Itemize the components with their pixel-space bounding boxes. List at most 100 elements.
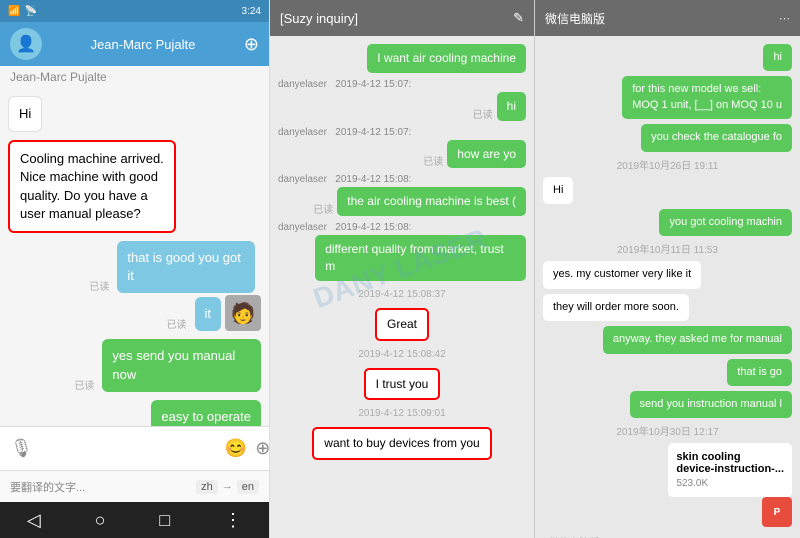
left-header-title: Jean-Marc Pujalte bbox=[91, 37, 196, 52]
home-icon[interactable]: ○ bbox=[95, 510, 106, 531]
mid-sender: danyelaser 2019-4-12 15:07: bbox=[278, 127, 526, 138]
mid-bubble-trust: I trust you bbox=[364, 368, 441, 401]
msg-row: easy to operate bbox=[8, 400, 261, 426]
read-label: 已读 bbox=[167, 316, 187, 331]
wechat-label: 微信电脑版 bbox=[543, 532, 605, 538]
right-header: 微信电脑版 ⋯ bbox=[535, 0, 800, 36]
message-bubble: that is good you got it bbox=[117, 241, 254, 293]
right-bubble: you check the catalogue fo bbox=[641, 124, 792, 151]
right-row: send you instruction manual l bbox=[543, 391, 792, 418]
right-header-title: 微信电脑版 bbox=[545, 10, 605, 27]
right-timestamp: 2019年10月11日 11:53 bbox=[617, 241, 718, 256]
right-bubble-white: yes. my customer very like it bbox=[543, 261, 701, 288]
msg-row: 已读 yes send you manual now bbox=[8, 339, 261, 391]
chat-messages: Hi Cooling machine arrived.Nice machine … bbox=[0, 88, 269, 426]
mid-sender: danyelaser 2019-4-12 15:08: bbox=[278, 174, 526, 185]
read-label: 已读 bbox=[74, 377, 94, 392]
right-timestamp: 2019年10月26日 19:11 bbox=[617, 157, 719, 172]
status-bar: 📶 📡 3:24 bbox=[0, 0, 269, 22]
read-label: 已读 bbox=[89, 278, 109, 293]
right-bubble: hi bbox=[763, 44, 792, 71]
left-chat-panel: 📶 📡 3:24 👤 Jean-Marc Pujalte ⊕ Jean-Marc… bbox=[0, 0, 270, 538]
status-left: 📶 📡 bbox=[8, 6, 37, 17]
signal-icon: 📶 bbox=[8, 6, 20, 17]
middle-chat-panel: [Suzy inquiry] ✎ I want air cooling mach… bbox=[270, 0, 535, 538]
right-bubble-white: Hi bbox=[543, 177, 573, 204]
mid-bubble-great: Great bbox=[375, 308, 429, 341]
right-bubble: send you instruction manual l bbox=[630, 391, 792, 418]
mid-read-label: 已读 bbox=[473, 106, 493, 121]
lang-arrow: → bbox=[222, 480, 233, 494]
message-bubble-it: it bbox=[195, 297, 222, 331]
msg-row: 已读 that is good you got it 已读 it 🧑 bbox=[8, 241, 261, 331]
mid-bubble: different quality from market, trust m bbox=[315, 235, 526, 281]
middle-header-title: [Suzy inquiry] bbox=[280, 11, 358, 26]
contact-name: Jean-Marc Pujalte bbox=[0, 66, 269, 88]
middle-messages: I want air cooling machine danyelaser 20… bbox=[270, 36, 534, 538]
translate-bar: 要翻译的文字... zh → en bbox=[0, 470, 269, 502]
translate-placeholder: 要翻译的文字... bbox=[10, 479, 85, 495]
file-card: skin coolingdevice-instruction-... 523.0… bbox=[668, 443, 792, 497]
right-row: they will order more soon. bbox=[543, 294, 792, 321]
mid-msg-row: I trust you bbox=[278, 368, 526, 401]
nav-bar: ◁ ○ □ ⋮ bbox=[0, 502, 269, 538]
msg-row: Hi bbox=[8, 96, 261, 132]
mid-msg-row: Great bbox=[278, 308, 526, 341]
right-row: that is go bbox=[543, 359, 792, 386]
right-bubble: that is go bbox=[727, 359, 792, 386]
right-bubble-white: they will order more soon. bbox=[543, 294, 689, 321]
avatar-img: 🧑 bbox=[231, 301, 256, 326]
right-bubble: you got cooling machin bbox=[659, 209, 792, 236]
chat-input-area[interactable]: 🎙 😊 ⊕ bbox=[0, 426, 269, 470]
message-bubble: Hi bbox=[8, 96, 42, 132]
message-bubble-manual: yes send you manual now bbox=[102, 339, 261, 391]
right-row: for this new model we sell:MOQ 1 unit, [… bbox=[543, 76, 792, 119]
header-icon[interactable]: ⊕ bbox=[244, 34, 259, 55]
timestamp: 2019-4-12 15:08:42 bbox=[358, 349, 445, 360]
mid-msg-row: danyelaser 2019-4-12 15:08: 已读 the air c… bbox=[278, 174, 526, 216]
right-row: hi bbox=[543, 44, 792, 71]
right-row: you got cooling machin bbox=[543, 209, 792, 236]
right-messages: hi for this new model we sell:MOQ 1 unit… bbox=[535, 36, 800, 538]
mid-read-label: 已读 bbox=[423, 153, 443, 168]
lang-target[interactable]: en bbox=[237, 480, 259, 494]
edit-icon[interactable]: ✎ bbox=[513, 10, 524, 26]
middle-header: [Suzy inquiry] ✎ bbox=[270, 0, 534, 36]
mid-bubble-buy: want to buy devices from you bbox=[312, 427, 491, 460]
timestamp: 2019-4-12 15:09:01 bbox=[358, 408, 445, 419]
file-title: skin coolingdevice-instruction-... bbox=[676, 451, 784, 475]
emoji-icon[interactable]: 😊 bbox=[225, 438, 247, 459]
avatar: 👤 bbox=[10, 28, 42, 60]
mid-msg-row: danyelaser 2019-4-12 15:08: different qu… bbox=[278, 222, 526, 281]
right-row: yes. my customer very like it bbox=[543, 261, 792, 288]
pdf-icon: P bbox=[774, 507, 781, 518]
lang-source[interactable]: zh bbox=[196, 480, 218, 494]
mid-msg-row: I want air cooling machine bbox=[278, 44, 526, 73]
wifi-icon: 📡 bbox=[24, 6, 36, 17]
right-bubble: for this new model we sell:MOQ 1 unit, [… bbox=[622, 76, 792, 119]
right-row: 微信电脑版 bbox=[543, 532, 792, 538]
mid-sender: danyelaser 2019-4-12 15:08: bbox=[278, 222, 526, 233]
menu-icon[interactable]: ⋮ bbox=[224, 510, 242, 531]
right-row: anyway. they asked me for manual bbox=[543, 326, 792, 353]
right-timestamp: 2019年10月30日 12:17 bbox=[616, 423, 718, 438]
mid-msg-row: want to buy devices from you bbox=[278, 427, 526, 460]
left-header: 👤 Jean-Marc Pujalte ⊕ bbox=[0, 22, 269, 66]
status-time: 3:24 bbox=[242, 6, 261, 17]
file-size: 523.0K bbox=[676, 478, 784, 489]
right-row: you check the catalogue fo bbox=[543, 124, 792, 151]
mid-msg-row: danyelaser 2019-4-12 15:07: 已读 hi bbox=[278, 79, 526, 121]
mid-bubble: how are yo bbox=[447, 140, 526, 169]
add-icon[interactable]: ⊕ bbox=[255, 438, 270, 459]
mic-icon[interactable]: 🎙 bbox=[10, 438, 33, 459]
right-header-actions: ⋯ bbox=[779, 12, 790, 25]
msg-row: Cooling machine arrived.Nice machine wit… bbox=[8, 140, 261, 233]
message-bubble-easy: easy to operate bbox=[151, 400, 261, 426]
back-icon[interactable]: ◁ bbox=[27, 510, 41, 531]
right-chat-panel: 微信电脑版 ⋯ hi for this new model we sell:MO… bbox=[535, 0, 800, 538]
mid-bubble: the air cooling machine is best ( bbox=[337, 187, 526, 216]
chat-input[interactable] bbox=[41, 441, 217, 456]
timestamp: 2019-4-12 15:08:37 bbox=[358, 289, 445, 300]
right-row: skin coolingdevice-instruction-... 523.0… bbox=[543, 443, 792, 527]
recent-icon[interactable]: □ bbox=[159, 510, 170, 531]
